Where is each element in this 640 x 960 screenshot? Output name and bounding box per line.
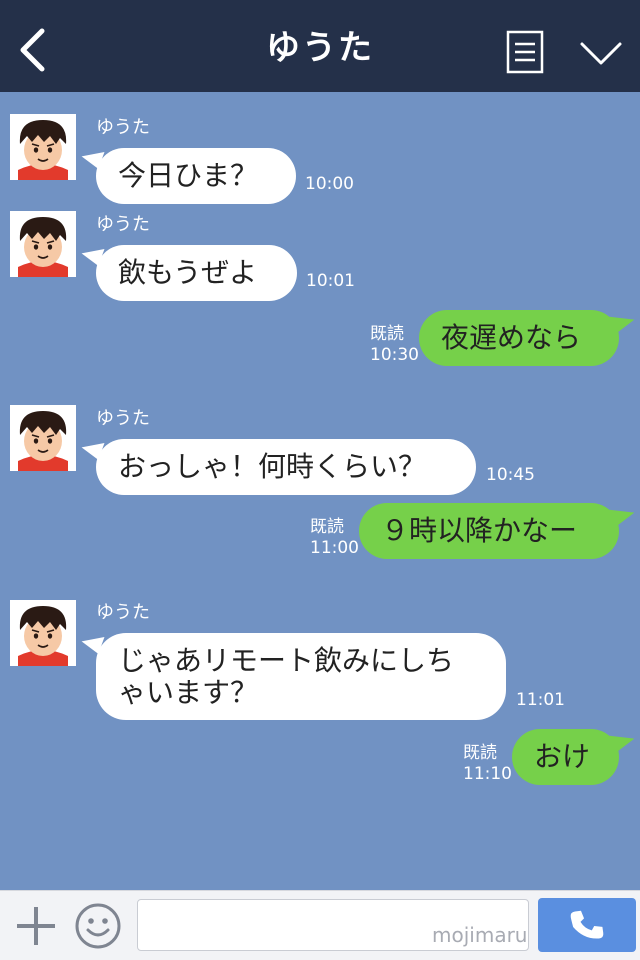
read-status: 既読 — [310, 517, 344, 537]
list-menu-icon — [506, 30, 544, 74]
message-text: 夜遅めなら — [441, 321, 582, 354]
read-receipt: 既読 11:10 — [463, 743, 512, 785]
avatar[interactable] — [10, 405, 76, 471]
message-bubble-outgoing[interactable]: 夜遅めなら — [419, 310, 619, 366]
message-text: 飲もうぜよ — [118, 256, 258, 289]
sender-name: ゆうた — [96, 214, 150, 235]
read-status: 既読 — [463, 743, 497, 763]
message-time: 11:01 — [516, 690, 565, 710]
message-bubble-incoming[interactable]: 今日ひま？ — [96, 148, 296, 204]
message-text: おっしゃ！何時くらい？ — [118, 450, 427, 483]
boy-avatar-icon — [10, 114, 76, 180]
message-text-line-2: ゃいます？ — [118, 675, 259, 709]
sender-name: ゆうた — [96, 117, 150, 138]
chat-header: ゆうた — [0, 0, 640, 92]
message-text: おけ — [534, 740, 591, 773]
message-time: 10:45 — [486, 465, 535, 485]
chat-title: ゆうた — [266, 28, 374, 68]
message-bubble-outgoing[interactable]: おけ — [512, 729, 619, 785]
read-receipt: 既読 10:30 — [370, 324, 419, 366]
collapse-button[interactable] — [578, 36, 624, 70]
sender-name: ゆうた — [96, 408, 150, 429]
read-status: 既読 — [370, 324, 404, 344]
boy-avatar-icon — [10, 600, 76, 666]
menu-button[interactable] — [506, 30, 544, 74]
boy-avatar-icon — [10, 211, 76, 277]
plus-button[interactable] — [14, 904, 58, 948]
boy-avatar-icon — [10, 405, 76, 471]
phone-icon — [570, 910, 604, 939]
message-bubble-incoming[interactable]: じゃあリモート飲みにしち ゃいます？ — [96, 633, 506, 720]
message-bubble-outgoing[interactable]: ９時以降かなー — [359, 503, 619, 559]
message-bubble-incoming[interactable]: おっしゃ！何時くらい？ — [96, 439, 476, 495]
emoji-button[interactable] — [74, 902, 122, 950]
avatar[interactable] — [10, 211, 76, 277]
message-text-line-1: じゃあリモート飲みにしち — [118, 643, 455, 677]
message-time: 10:30 — [370, 345, 419, 365]
message-time: 11:10 — [463, 764, 512, 784]
message-time: 11:00 — [310, 538, 359, 558]
read-receipt: 既読 11:00 — [310, 517, 359, 559]
smiley-icon — [75, 903, 121, 949]
message-bubble-incoming[interactable]: 飲もうぜよ — [96, 245, 297, 301]
avatar[interactable] — [10, 114, 76, 180]
avatar[interactable] — [10, 600, 76, 666]
message-text: 今日ひま？ — [118, 159, 259, 192]
sender-name: ゆうた — [96, 602, 150, 623]
watermark-text: mojimaru — [432, 923, 528, 947]
call-button[interactable] — [538, 898, 636, 952]
message-time: 10:01 — [306, 271, 355, 291]
chevron-down-icon — [580, 42, 622, 65]
plus-icon — [17, 907, 55, 945]
message-time: 10:00 — [305, 174, 354, 194]
message-text: ９時以降かなー — [381, 514, 578, 547]
